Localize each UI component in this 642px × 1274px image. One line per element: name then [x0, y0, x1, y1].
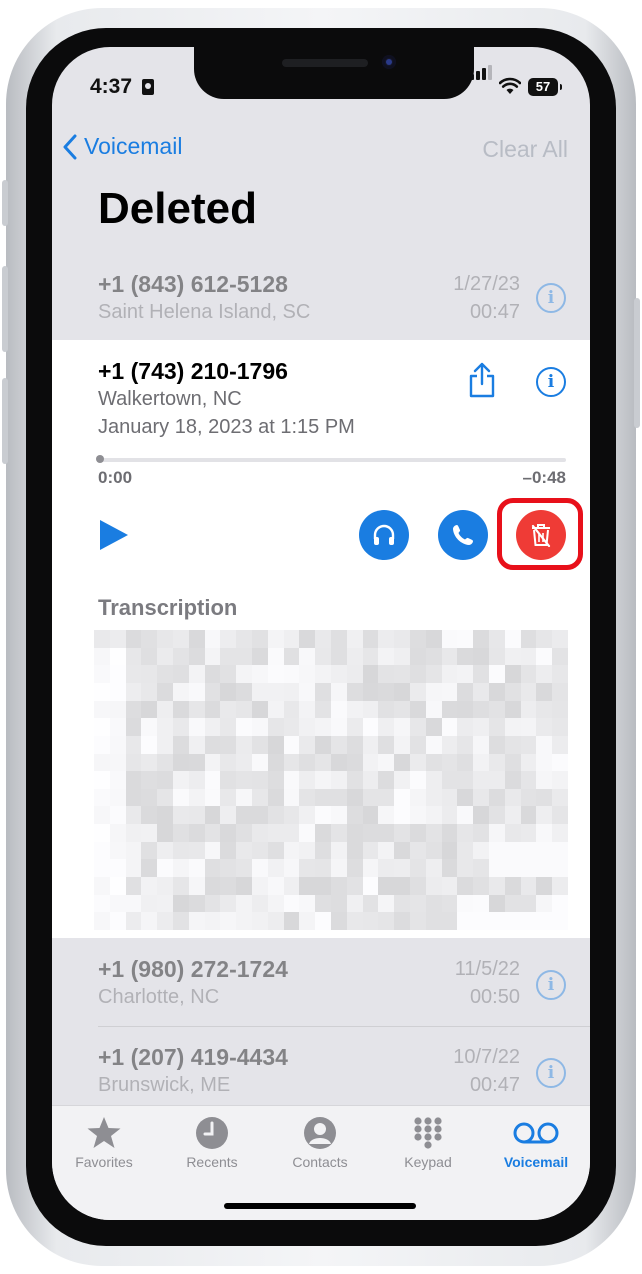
playback-scrubber[interactable]: [98, 458, 566, 462]
voicemail-date: 11/5/22: [454, 958, 520, 980]
expanded-voicemail: +1 (743) 210-1796 Walkertown, NC January…: [52, 340, 590, 938]
back-label: Voicemail: [84, 133, 183, 159]
voicemail-number: +1 (743) 210-1796: [98, 358, 288, 384]
volume-down-button: [2, 378, 8, 464]
contact-card-icon: [142, 79, 154, 95]
info-icon[interactable]: i: [536, 970, 566, 1000]
tab-label: Favorites: [75, 1154, 133, 1170]
clear-all-button[interactable]: Clear All: [482, 136, 568, 163]
headphones-icon: [373, 524, 395, 545]
delete-highlight-annotation: [497, 498, 583, 570]
person-icon: [304, 1117, 336, 1149]
power-button: [634, 298, 640, 428]
voicemail-row[interactable]: +1 (980) 272-1724 Charlotte, NC 11/5/22 …: [52, 938, 590, 1026]
voicemail-row[interactable]: +1 (843) 612-5128 Saint Helena Island, S…: [52, 257, 590, 340]
call-back-button[interactable]: [438, 510, 488, 560]
share-icon[interactable]: [468, 362, 496, 398]
chevron-left-icon: [63, 134, 77, 159]
page-title: Deleted: [98, 184, 257, 233]
tab-label: Contacts: [292, 1154, 348, 1170]
status-time: 4:37: [90, 75, 133, 98]
speaker-button[interactable]: [359, 510, 409, 560]
voicemail-duration: 00:47: [469, 301, 520, 323]
voicemail-location: Brunswick, ME: [98, 1074, 231, 1096]
voicemail-date: 10/7/22: [453, 1046, 520, 1068]
back-button[interactable]: Voicemail: [62, 133, 182, 160]
tab-keypad[interactable]: Keypad: [378, 1116, 478, 1170]
voicemail-duration: 00:47: [469, 1074, 520, 1096]
clock-icon: [196, 1117, 228, 1149]
front-camera: [382, 55, 396, 69]
info-icon[interactable]: i: [536, 367, 566, 397]
voicemail-number: +1 (843) 612-5128: [98, 271, 288, 297]
tab-label: Recents: [186, 1154, 238, 1170]
silent-switch: [2, 180, 8, 226]
screen: 4:37 57 Voicemail Clear All Deleted +1 (…: [52, 47, 590, 1220]
battery-indicator: 57: [528, 78, 562, 96]
transcription-label: Transcription: [98, 595, 238, 620]
play-button[interactable]: [100, 520, 128, 550]
tab-favorites[interactable]: Favorites: [54, 1116, 154, 1170]
voicemail-date: 1/27/23: [453, 273, 520, 295]
notch: [194, 47, 474, 99]
voicemail-location: Saint Helena Island, SC: [98, 301, 311, 323]
voicemail-location: Charlotte, NC: [98, 986, 220, 1008]
home-indicator: [224, 1203, 416, 1209]
tab-recents[interactable]: Recents: [162, 1116, 262, 1170]
voicemail-number: +1 (980) 272-1724: [98, 956, 288, 982]
voicemail-icon: [513, 1122, 559, 1144]
volume-up-button: [2, 266, 8, 352]
scrubber-handle[interactable]: [96, 455, 104, 463]
voicemail-location: Walkertown, NC: [98, 388, 242, 410]
time-elapsed: 0:00: [98, 468, 133, 487]
keypad-icon: [414, 1117, 442, 1149]
tab-label: Keypad: [404, 1154, 452, 1170]
phone-icon: [453, 525, 473, 545]
voicemail-row[interactable]: +1 (207) 419-4434 Brunswick, ME 10/7/22 …: [52, 1027, 590, 1107]
earpiece-speaker: [282, 59, 368, 67]
info-icon[interactable]: i: [536, 283, 566, 313]
voicemail-duration: 00:50: [469, 986, 520, 1008]
tab-contacts[interactable]: Contacts: [270, 1116, 370, 1170]
tab-label: Voicemail: [503, 1154, 569, 1170]
tab-voicemail[interactable]: Voicemail: [486, 1116, 586, 1170]
transcription-redacted: [94, 630, 568, 930]
time-remaining: –0:48: [522, 468, 566, 487]
voicemail-number: +1 (207) 419-4434: [98, 1044, 288, 1070]
star-icon: [87, 1117, 121, 1148]
wifi-icon: [499, 77, 521, 94]
info-icon[interactable]: i: [536, 1058, 566, 1088]
voicemail-datetime: January 18, 2023 at 1:15 PM: [98, 416, 355, 438]
